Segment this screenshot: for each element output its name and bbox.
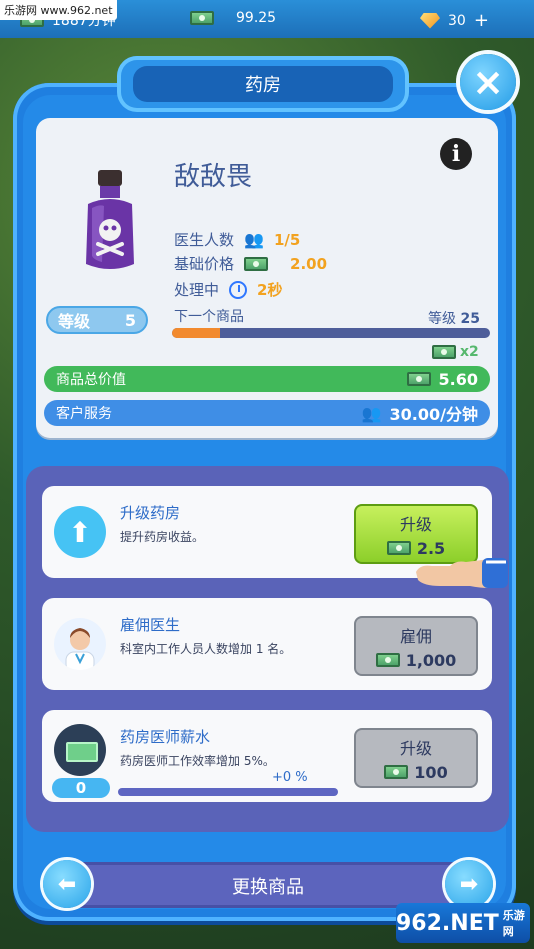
people-icon: 👥 <box>361 403 382 423</box>
pointing-hand-icon <box>416 558 508 588</box>
hire-title: 雇佣医生 <box>120 616 181 634</box>
processing-label: 处理中 <box>174 281 220 299</box>
panel-title-tab: 药房 <box>117 56 409 112</box>
salary-cash-icon <box>54 724 106 776</box>
salary-percent: +0 % <box>272 770 308 785</box>
upgrade-desc: 提升药房收益。 <box>120 530 205 544</box>
hire-cost: 1,000 <box>375 650 457 670</box>
doctors-value: 1/5 <box>273 230 301 249</box>
salary-title: 药房医师薪水 <box>120 728 211 746</box>
service-label: 客户服务 <box>56 406 112 422</box>
next-item-progress <box>172 328 490 338</box>
poison-bottle-icon <box>86 170 134 269</box>
brand-sub: 乐游网 <box>502 909 525 938</box>
item-name: 敌敌畏 <box>174 162 253 192</box>
salary-button-label: 升级 <box>399 738 432 758</box>
cash-icon <box>406 372 431 386</box>
salary-desc: 药房医师工作效率增加 5%。 <box>120 754 275 768</box>
level-label: 等级 <box>58 312 91 331</box>
multiplier: x2 <box>432 344 479 360</box>
customer-service-bar: 客户服务 👥 30.00/分钟 <box>44 400 490 426</box>
cash-icon <box>375 653 400 667</box>
gems-value: 30 <box>448 12 466 29</box>
salary-cost: 100 <box>384 762 448 782</box>
upgrade-button-label: 升级 <box>399 514 432 534</box>
add-gems-icon[interactable]: + <box>474 10 489 31</box>
people-icon: 👥 <box>244 230 264 249</box>
brand-logo: 962.NET 乐游网 <box>396 903 530 943</box>
price-label: 基础价格 <box>174 255 235 273</box>
salary-card: 0 药房医师薪水 药房医师工作效率增加 5%。 +0 % 升级 100 <box>42 710 492 802</box>
cash-icon <box>432 345 456 359</box>
total-value-label: 商品总价值 <box>56 372 126 388</box>
hire-desc: 科室内工作人员人数增加 1 名。 <box>120 642 292 656</box>
upgrades-box: ⬆ 升级药房 提升药房收益。 升级 2.5 雇佣医生 科室内工作人员人数增加 1… <box>26 466 509 832</box>
hire-cost-value: 1,000 <box>405 650 457 670</box>
salary-upgrade-button[interactable]: 升级 100 <box>354 728 478 788</box>
cash-value: 99.25 <box>236 10 277 26</box>
salary-progress <box>118 788 338 796</box>
salary-cost-value: 100 <box>414 762 448 782</box>
brand-main: 962.NET <box>396 910 499 936</box>
service-value: 30.00/分钟 <box>389 405 478 424</box>
next-level: 等级 25 <box>428 308 480 328</box>
watermark: 乐游网 www.962.net <box>0 0 117 20</box>
gem-icon <box>420 12 440 29</box>
close-button[interactable]: × <box>460 54 516 110</box>
processing-stat: 处理中 2秒 <box>174 279 282 300</box>
upgrade-arrow-icon: ⬆ <box>54 506 106 558</box>
upgrade-title: 升级药房 <box>120 504 181 522</box>
item-info-card: 敌敌畏 i 医生人数 👥 1/5 基础价格 2.00 处理中 2秒 等级 5 下… <box>36 118 498 438</box>
hire-button-label: 雇佣 <box>399 626 432 646</box>
cash-icon <box>386 541 411 555</box>
cash-icon <box>384 765 409 779</box>
cash-resource: 99.25 <box>190 10 276 26</box>
panel-title: 药房 <box>133 66 393 102</box>
next-item-button[interactable]: ➡ <box>445 860 493 908</box>
cash-icon <box>190 11 214 25</box>
doctors-stat: 医生人数 👥 1/5 <box>174 229 300 250</box>
salary-level: 0 <box>52 778 110 798</box>
level-badge: 等级 5 <box>46 306 148 334</box>
info-icon[interactable]: i <box>440 138 472 170</box>
hire-doctor-button[interactable]: 雇佣 1,000 <box>354 616 478 676</box>
next-level-value: 25 <box>460 311 480 327</box>
timer-icon <box>229 280 248 299</box>
level-value: 5 <box>124 310 136 330</box>
processing-value: 2秒 <box>257 281 283 299</box>
total-value-bar: 商品总价值 5.60 <box>44 366 490 392</box>
service-value-group: 👥 30.00/分钟 <box>362 401 478 425</box>
doctor-avatar <box>54 618 106 670</box>
price-stat: 基础价格 2.00 <box>174 253 327 274</box>
price-value: 2.00 <box>290 254 328 273</box>
cash-icon <box>244 256 269 271</box>
next-item-label: 下一个商品 <box>174 309 244 325</box>
change-item-label: 更换商品 <box>232 877 304 898</box>
hire-doctor-card: 雇佣医生 科室内工作人员人数增加 1 名。 雇佣 1,000 <box>42 598 492 690</box>
change-item-bar: ⬅ 更换商品 ➡ <box>43 860 493 908</box>
gems-resource[interactable]: 30 + <box>420 10 489 31</box>
multiplier-value: x2 <box>460 344 479 360</box>
progress-fill <box>172 328 220 338</box>
total-value-group: 5.60 <box>406 369 478 389</box>
total-value: 5.60 <box>438 369 478 389</box>
doctors-label: 医生人数 <box>174 231 235 249</box>
next-level-label: 等级 <box>428 311 456 327</box>
